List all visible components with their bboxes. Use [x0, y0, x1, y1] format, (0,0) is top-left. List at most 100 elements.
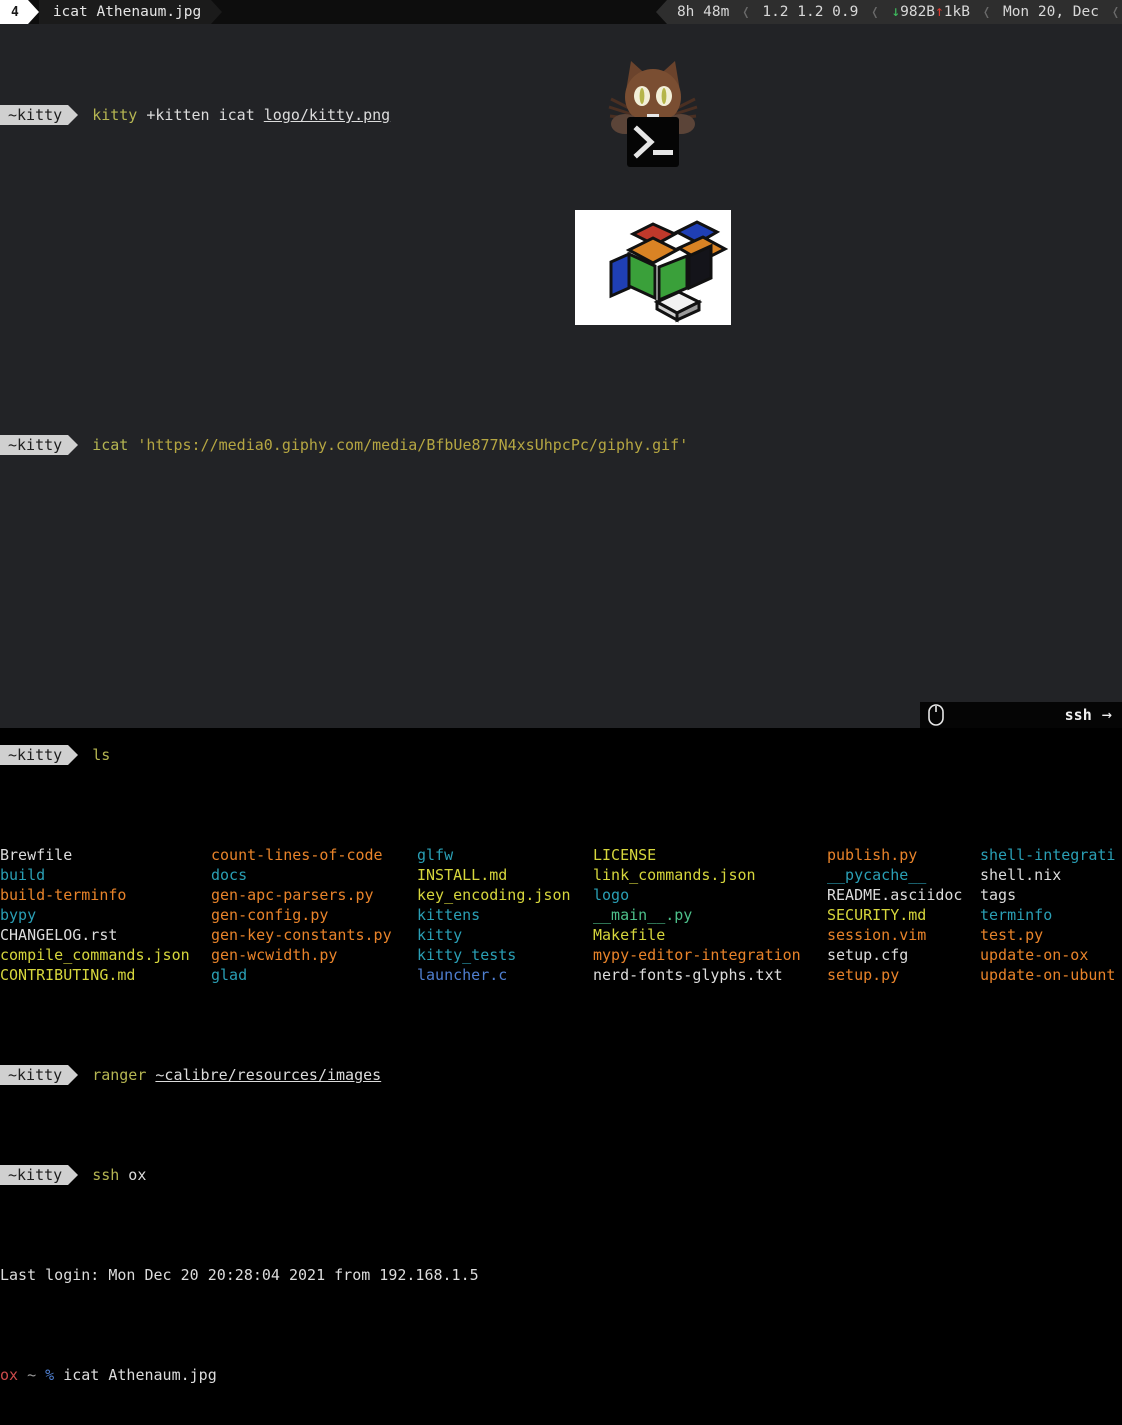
ls-entry[interactable]: shell-integrati	[980, 845, 1115, 865]
prompt-label-4: ~kitty	[0, 1065, 69, 1085]
status-sep-icon-3: ❬	[868, 0, 882, 24]
command-path-4[interactable]: ~calibre/resources/images	[155, 1066, 381, 1084]
ls-entry[interactable]: kitty_tests	[417, 945, 571, 965]
command-path-1[interactable]: logo/kitty.png	[264, 106, 390, 124]
prompt-arrow-icon-1	[68, 105, 79, 125]
status-network: ↓ 982B ↑ 1kB	[881, 0, 980, 24]
prompt-line-2: ~kitty icat 'https://media0.giphy.com/me…	[0, 434, 1122, 456]
ls-column-0: Brewfile build build-terminfo bypy CHANGELOG…	[0, 845, 190, 985]
ls-entry[interactable]: terminfo	[980, 905, 1115, 925]
mouse-hint-overlay[interactable]: ssh →	[920, 702, 1122, 728]
command-line-3: ls	[78, 745, 110, 765]
overlay-arrow-icon: →	[1101, 705, 1112, 725]
net-up-value: 1kB	[943, 4, 970, 20]
net-down-icon: ↓	[891, 4, 901, 20]
ls-entry[interactable]: Makefile	[593, 925, 801, 945]
prompt-line-1: ~kitty kitty +kitten icat logo/kitty.png	[0, 104, 1122, 126]
pupil-left-icon	[639, 88, 645, 104]
ls-entry[interactable]: build-terminfo	[0, 885, 190, 905]
ls-entry[interactable]: CHANGELOG.rst	[0, 925, 190, 945]
ls-entry[interactable]: setup.cfg	[827, 945, 962, 965]
status-load-average: 1.2 1.2 0.9	[752, 0, 869, 24]
ls-entry[interactable]: launcher.c	[417, 965, 571, 985]
prompt-arrow-icon-4	[68, 1065, 79, 1085]
ls-entry[interactable]: Brewfile	[0, 845, 190, 865]
prompt-line-5: ~kitty ssh ox	[0, 1165, 1122, 1185]
ls-entry[interactable]: count-lines-of-code	[211, 845, 392, 865]
status-sep-icon-4: ❬	[979, 0, 993, 24]
ls-entry[interactable]: README.asciidoc	[827, 885, 962, 905]
last-login-line: Last login: Mon Dec 20 20:28:04 2021 fro…	[0, 1265, 1122, 1285]
ls-entry[interactable]: link_commands.json	[593, 865, 801, 885]
tab-active[interactable]: 4 icat Athenaum.jpg	[0, 0, 223, 24]
net-down-value: 982B	[900, 4, 936, 20]
remote-host: ox	[0, 1366, 19, 1384]
ls-entry[interactable]: bypy	[0, 905, 190, 925]
tab-bar: 4 icat Athenaum.jpg 8h 48m ❬ 1.2 1.2 0.9…	[0, 0, 1122, 24]
prompt-arrow-icon-5	[68, 1165, 79, 1185]
command-url-2[interactable]: 'https://media0.giphy.com/media/BfbUe877…	[137, 436, 688, 454]
ls-entry[interactable]: update-on-ubunt	[980, 965, 1115, 985]
ls-entry[interactable]: mypy-editor-integration	[593, 945, 801, 965]
ls-column-5: shell-integrati shell.nix tags terminfo test…	[980, 845, 1115, 985]
command-line-5: ssh ox	[78, 1165, 146, 1185]
ls-output-grid: Brewfile build build-terminfo bypy CHANGELOG…	[0, 845, 1122, 985]
ls-column-1: count-lines-of-code docs gen-apc-parsers.p…	[211, 845, 392, 985]
ls-entry[interactable]: session.vim	[827, 925, 962, 945]
ls-entry[interactable]: shell.nix	[980, 865, 1115, 885]
ls-entry[interactable]: update-on-ox	[980, 945, 1115, 965]
remote-path: ~	[18, 1366, 46, 1384]
last-login-text: Last login: Mon Dec 20 20:28:04 2021 fro…	[0, 1266, 479, 1284]
status-uptime: 8h 48m	[666, 0, 740, 24]
prompt-cursor-icon	[653, 150, 673, 155]
ls-entry[interactable]: __main__.py	[593, 905, 801, 925]
ls-entry[interactable]: docs	[211, 865, 392, 885]
ls-entry[interactable]: __pycache__	[827, 865, 962, 885]
ls-entry[interactable]: setup.py	[827, 965, 962, 985]
kitty-logo-region	[0, 206, 1122, 354]
command-args-5: ox	[119, 1166, 147, 1184]
ls-entry[interactable]: glad	[211, 965, 392, 985]
remote-prompt-line: ox ~ % icat Athenaum.jpg	[0, 1365, 1122, 1385]
ls-entry[interactable]: gen-wcwidth.py	[211, 945, 392, 965]
ls-entry[interactable]: build	[0, 865, 190, 885]
ls-entry[interactable]: nerd-fonts-glyphs.txt	[593, 965, 801, 985]
command-line-4: ranger ~calibre/resources/images	[78, 1065, 381, 1085]
ls-entry[interactable]: INSTALL.md	[417, 865, 571, 885]
ls-entry[interactable]: glfw	[417, 845, 571, 865]
command-name-3: ls	[92, 745, 111, 764]
ls-column-4: publish.py __pycache__ README.asciidoc SECU…	[827, 845, 962, 985]
remote-command: icat Athenaum.jpg	[54, 1366, 217, 1384]
status-bar: 8h 48m ❬ 1.2 1.2 0.9 ❬ ↓ 982B ↑ 1kB ❬ Mon …	[655, 0, 1122, 24]
remote-sigil: %	[45, 1366, 55, 1384]
prompt-arrow-icon-2	[68, 435, 79, 455]
ls-entry[interactable]: publish.py	[827, 845, 962, 865]
prompt-line-3: ~kitty ls	[0, 744, 1122, 765]
ls-entry[interactable]: compile_commands.json	[0, 945, 190, 965]
ls-entry[interactable]: gen-apc-parsers.py	[211, 885, 392, 905]
prompt-arrow-icon-3	[68, 744, 79, 765]
ls-column-2: glfw INSTALL.md key_encoding.json kittens ki…	[417, 845, 571, 985]
ls-entry[interactable]: gen-config.py	[211, 905, 392, 925]
command-line-1: kitty +kitten icat logo/kitty.png	[78, 105, 390, 125]
ls-entry[interactable]: kittens	[417, 905, 571, 925]
kitty-logo-image	[608, 61, 698, 167]
ls-entry[interactable]: test.py	[980, 925, 1115, 945]
ls-entry[interactable]: LICENSE	[593, 845, 801, 865]
terminal-screen[interactable]: ~kitty kitty +kitten icat logo/kitty.png…	[0, 24, 1122, 1384]
tab-index-badge: 4	[0, 0, 28, 24]
ls-entry[interactable]: logo	[593, 885, 801, 905]
ls-entry[interactable]: kitty	[417, 925, 571, 945]
ls-entry[interactable]: gen-key-constants.py	[211, 925, 392, 945]
tab-index-arrow-icon	[27, 0, 39, 24]
ls-entry[interactable]: CONTRIBUTING.md	[0, 965, 190, 985]
command-name-1: kitty	[92, 106, 138, 124]
ls-entry[interactable]: tags	[980, 885, 1115, 905]
ls-entry[interactable]: SECURITY.md	[827, 905, 962, 925]
command-line-2: icat 'https://media0.giphy.com/media/Bfb…	[78, 435, 688, 455]
ls-entry[interactable]: key_encoding.json	[417, 885, 571, 905]
giphy-cube-image	[575, 210, 731, 325]
command-args-1: +kitten icat	[137, 106, 264, 124]
pupil-right-icon	[661, 88, 667, 104]
status-sep-icon-5: ❬	[1109, 0, 1122, 24]
